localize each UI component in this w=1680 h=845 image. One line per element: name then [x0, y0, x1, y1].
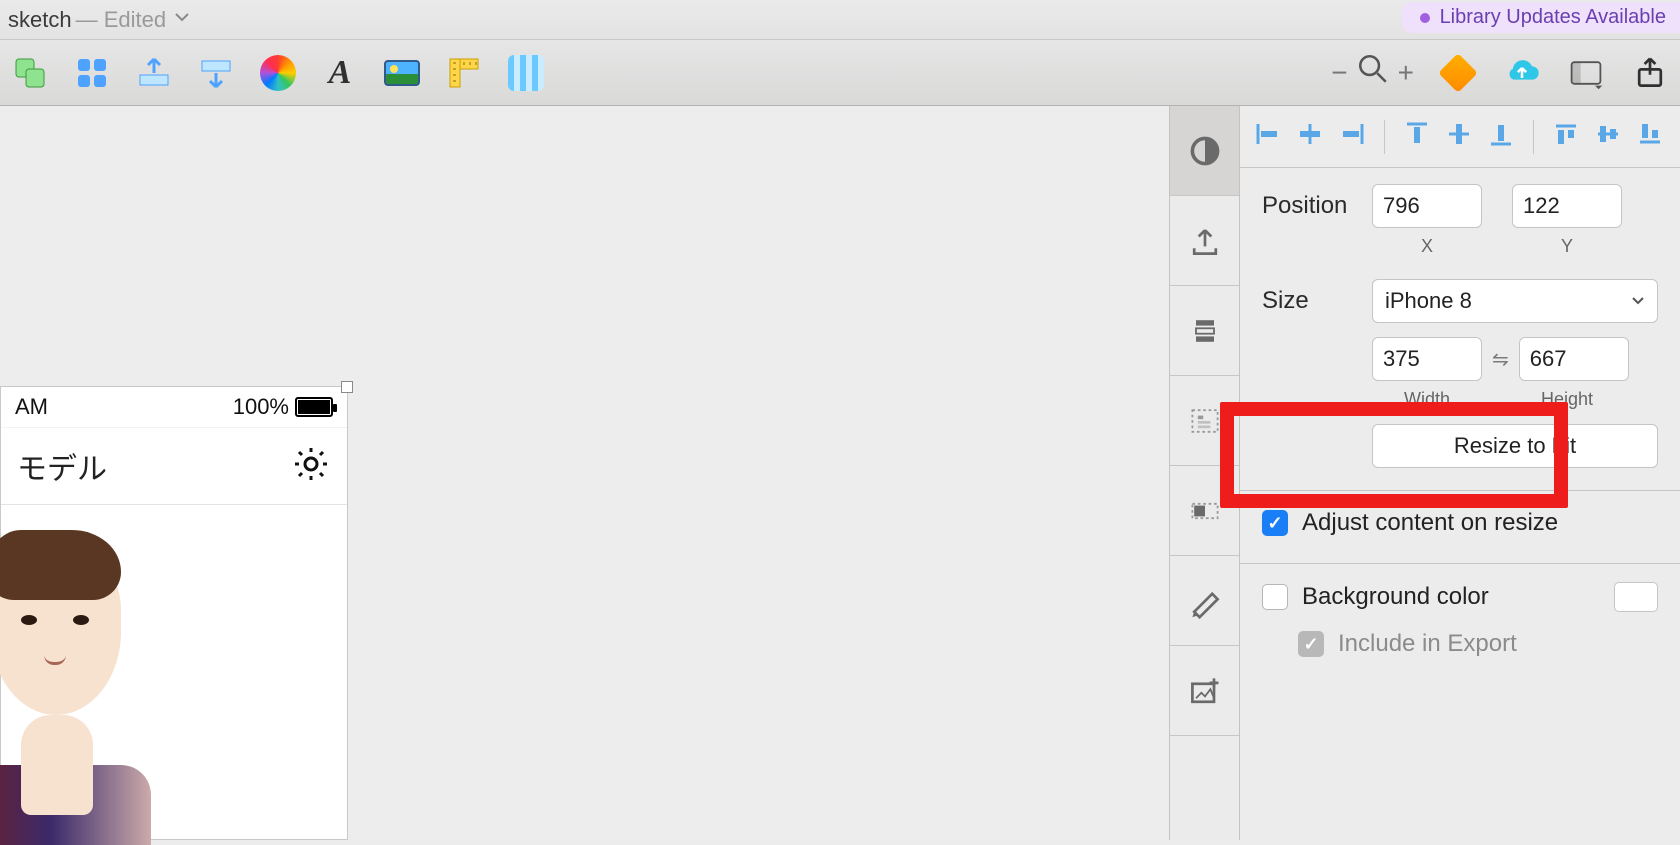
tab-prototype[interactable] — [1170, 286, 1239, 376]
mock-nav-bar: モデル — [1, 427, 347, 505]
canvas-area[interactable]: AM 100% モデル — [0, 106, 1170, 840]
align-bottom-icon[interactable] — [1487, 120, 1515, 153]
width-sublabel: Width — [1372, 389, 1482, 410]
dot-icon — [1420, 13, 1430, 23]
x-sublabel: X — [1372, 236, 1482, 257]
magnifier-icon[interactable] — [1356, 52, 1390, 93]
background-color-label: Background color — [1302, 583, 1489, 611]
library-updates-badge[interactable]: Library Updates Available — [1402, 2, 1680, 33]
window-titlebar: sketch — Edited Library Updates Availabl… — [0, 0, 1680, 40]
share-icon[interactable] — [1630, 53, 1670, 93]
align-vcenter-icon[interactable] — [1445, 120, 1473, 153]
inspector-panel: Position X Y Size iPhone 8 ⇋ Width — [1240, 106, 1680, 840]
inspector-tabs — [1170, 106, 1240, 840]
cloud-sync-icon[interactable] — [1502, 53, 1542, 93]
move-forward-icon[interactable] — [134, 53, 174, 93]
alignment-controls — [1240, 106, 1680, 168]
tab-design[interactable] — [1170, 106, 1239, 196]
resize-to-fit-button[interactable]: Resize to Fit — [1372, 424, 1658, 468]
tab-appearance[interactable] — [1170, 556, 1239, 646]
distribute-top-icon[interactable] — [1552, 120, 1580, 153]
mock-photo — [1, 545, 151, 795]
boolean-union-icon[interactable] — [10, 53, 50, 93]
size-section: Size iPhone 8 ⇋ Width Height Resize to Fi… — [1240, 263, 1680, 482]
background-color-checkbox[interactable] — [1262, 584, 1288, 610]
size-label: Size — [1262, 287, 1372, 315]
chevron-down-icon — [1631, 288, 1645, 314]
distribute-bottom-icon[interactable] — [1636, 120, 1664, 153]
align-right-icon[interactable] — [1338, 120, 1366, 153]
align-left-icon[interactable] — [1254, 120, 1282, 153]
battery-icon — [295, 397, 333, 417]
symbols-icon[interactable] — [72, 53, 112, 93]
tab-export[interactable] — [1170, 196, 1239, 286]
gear-icon[interactable] — [291, 444, 331, 489]
document-name: sketch — [8, 7, 72, 33]
height-sublabel: Height — [1512, 389, 1622, 410]
include-in-export-row: Include in Export — [1240, 630, 1680, 676]
image-tool-icon[interactable] — [382, 53, 422, 93]
y-sublabel: Y — [1512, 236, 1622, 257]
zoom-controls: − + — [1331, 52, 1414, 93]
sketch-diamond-icon[interactable] — [1438, 53, 1478, 93]
document-edited-indicator: — Edited — [76, 7, 167, 33]
include-in-export-checkbox[interactable] — [1298, 631, 1324, 657]
adjust-content-label: Adjust content on resize — [1302, 509, 1558, 537]
mock-status-bar: AM 100% — [1, 387, 347, 427]
workspace: AM 100% モデル — [0, 106, 1680, 840]
color-picker-icon[interactable] — [258, 53, 298, 93]
zoom-in-button[interactable]: + — [1398, 57, 1414, 89]
tab-slice[interactable] — [1170, 466, 1239, 556]
align-hcenter-icon[interactable] — [1296, 120, 1324, 153]
size-preset-value: iPhone 8 — [1385, 288, 1472, 314]
artboard[interactable]: AM 100% モデル — [0, 386, 348, 840]
tab-add-image[interactable] — [1170, 646, 1239, 736]
include-in-export-label: Include in Export — [1338, 630, 1517, 658]
library-updates-label: Library Updates Available — [1440, 6, 1666, 29]
background-color-row: Background color — [1240, 564, 1680, 630]
move-backward-icon[interactable] — [196, 53, 236, 93]
mock-nav-title: モデル — [17, 444, 107, 488]
adjust-content-row: Adjust content on resize — [1240, 491, 1680, 555]
panel-toggle-icon[interactable] — [1566, 53, 1606, 93]
text-tool-icon[interactable]: A — [320, 53, 360, 93]
position-label: Position — [1262, 192, 1372, 220]
battery-percent: 100% — [233, 394, 289, 420]
position-section: Position X Y — [1240, 168, 1680, 263]
position-x-field[interactable] — [1372, 184, 1482, 228]
grid-icon[interactable] — [506, 53, 546, 93]
height-field[interactable] — [1519, 337, 1629, 381]
adjust-content-checkbox[interactable] — [1262, 510, 1288, 536]
align-top-icon[interactable] — [1403, 120, 1431, 153]
position-y-field[interactable] — [1512, 184, 1622, 228]
tab-layout[interactable] — [1170, 376, 1239, 466]
main-toolbar: A − + — [0, 40, 1680, 106]
size-preset-dropdown[interactable]: iPhone 8 — [1372, 279, 1658, 323]
width-field[interactable] — [1372, 337, 1482, 381]
background-color-swatch[interactable] — [1614, 582, 1658, 612]
zoom-out-button[interactable]: − — [1331, 57, 1347, 89]
chevron-down-icon[interactable] — [174, 9, 190, 30]
distribute-vcenter-icon[interactable] — [1594, 120, 1622, 153]
ruler-icon[interactable] — [444, 53, 484, 93]
lock-aspect-icon[interactable]: ⇋ — [1492, 347, 1509, 372]
status-time: AM — [15, 394, 48, 420]
